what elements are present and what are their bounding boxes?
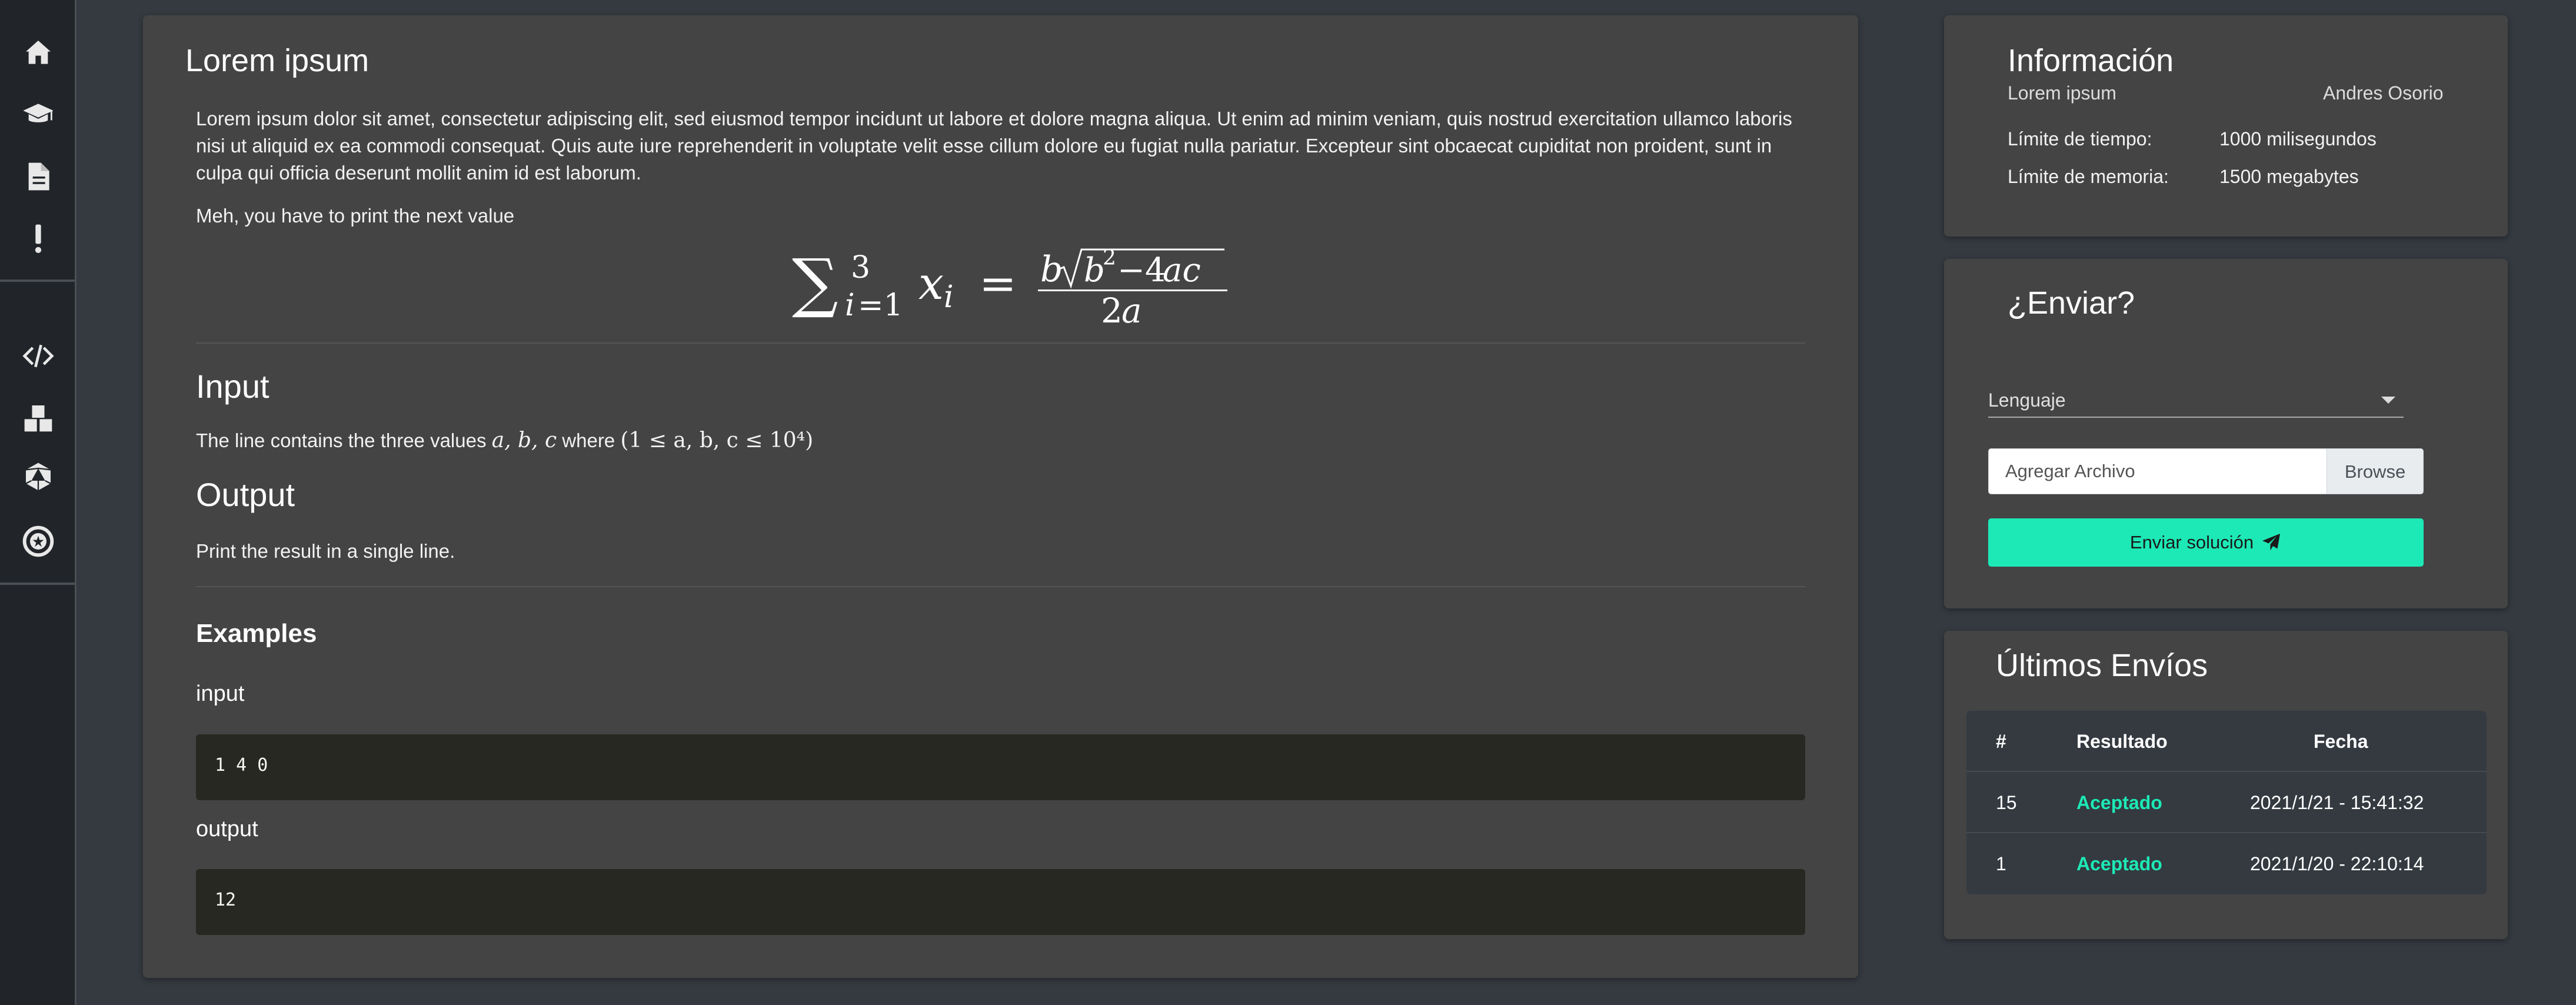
svg-text:a: a (1121, 291, 1142, 327)
sidebar-divider (0, 279, 75, 282)
language-select[interactable]: Lenguaje (1988, 382, 2404, 418)
input-where: where (562, 430, 615, 451)
problem-name: Lorem ipsum (2008, 82, 2116, 104)
table-row[interactable]: 1 Aceptado 2021/1/20 - 22:10:14 (1966, 833, 2487, 894)
submit-solution-button[interactable]: Enviar solución (1988, 518, 2424, 567)
svg-text:∑: ∑ (792, 245, 838, 320)
submissions-card: Últimos Envíos # Resultado Fecha 15 Acep… (1944, 631, 2508, 939)
info-title: Información (2008, 43, 2174, 78)
submission-id: 1 (1996, 853, 2006, 874)
home-icon[interactable] (18, 32, 59, 74)
submission-date: 2021/1/20 - 22:10:14 (2250, 853, 2424, 874)
svg-text:=: = (979, 257, 1017, 310)
file-input[interactable]: Agregar Archivo Browse (1988, 448, 2424, 494)
submit-solution-label: Enviar solución (2129, 532, 2254, 553)
table-header-row: # Resultado Fecha (1966, 711, 2487, 772)
column-header: Fecha (2314, 730, 2368, 752)
dice-icon[interactable] (18, 456, 59, 497)
output-heading: Output (196, 476, 295, 513)
star-badge-icon[interactable] (18, 521, 59, 562)
problem-description: Lorem ipsum dolor sit amet, consectetur … (196, 108, 1792, 184)
divider (196, 342, 1805, 344)
svg-text:−4: −4 (1117, 251, 1166, 289)
file-input-placeholder: Agregar Archivo (2005, 461, 2135, 481)
input-text: The line contains the three values (196, 430, 487, 451)
column-header: # (1996, 730, 2006, 752)
svg-text:2: 2 (1103, 246, 1116, 270)
time-limit-label: Límite de tiempo: (2008, 128, 2152, 149)
input-vars: a, b, c (491, 428, 557, 452)
submit-card: ¿Enviar? Lenguaje Agregar Archivo Browse… (1944, 259, 2508, 608)
column-header: Resultado (2076, 730, 2168, 752)
submission-date: 2021/1/21 - 15:41:32 (2250, 791, 2424, 813)
table-row[interactable]: 15 Aceptado 2021/1/21 - 15:41:32 (1966, 772, 2487, 833)
memory-limit-value: 1500 megabytes (2219, 166, 2359, 187)
time-limit-value: 1000 milisegundos (2219, 128, 2377, 149)
sidebar (0, 0, 76, 1005)
example-output-code: 12 (196, 869, 1805, 935)
exclamation-icon[interactable] (18, 218, 59, 259)
browse-button[interactable]: Browse (2327, 449, 2423, 494)
submit-title: ¿Enviar? (2008, 285, 2135, 321)
example-output-label: output (196, 817, 258, 841)
divider (196, 586, 1805, 587)
author-name: Andres Osorio (2323, 82, 2444, 104)
code-icon[interactable] (18, 335, 59, 377)
problem-panel: Lorem ipsum Lorem ipsum dolor sit amet, … (143, 15, 1858, 978)
example-input-label: input (196, 681, 245, 706)
svg-text:x: x (918, 257, 944, 310)
example-input-code: 1 4 0 (196, 734, 1805, 800)
svg-text:ac: ac (1163, 251, 1201, 289)
graduation-cap-icon[interactable] (18, 94, 59, 135)
paper-plane-icon (2262, 534, 2281, 551)
input-heading: Input (196, 368, 269, 405)
svg-text:3: 3 (851, 250, 870, 285)
submission-id: 15 (1996, 791, 2017, 813)
svg-text:2: 2 (1101, 291, 1123, 327)
submissions-table: # Resultado Fecha 15 Aceptado 2021/1/21 … (1966, 711, 2487, 894)
problem-title: Lorem ipsum (185, 43, 370, 78)
boxes-icon[interactable] (18, 397, 59, 438)
summation-formula: ∑ 3 i =1 x i = b b 2 −4 ac 2 a (792, 245, 1227, 327)
chevron-down-icon (2381, 397, 2395, 404)
svg-text:i: i (944, 279, 954, 315)
output-description: Print the result in a single line. (196, 540, 455, 562)
problem-instruction: Meh, you have to print the next value (196, 205, 515, 227)
document-icon[interactable] (18, 156, 59, 197)
language-select-value: Lenguaje (1988, 390, 2066, 411)
input-constraint: (1 ≤ a, b, c ≤ 10⁴) (620, 428, 814, 452)
examples-heading: Examples (196, 619, 317, 648)
memory-limit-label: Límite de memoria: (2008, 166, 2169, 187)
svg-text:=1: =1 (858, 288, 903, 323)
submissions-title: Últimos Envíos (1996, 648, 2208, 683)
svg-text:i: i (845, 288, 855, 323)
submission-result[interactable]: Aceptado (2076, 772, 2162, 833)
sidebar-divider (0, 583, 75, 585)
info-card: Información Lorem ipsum Andres Osorio Lí… (1944, 15, 2508, 237)
submission-result[interactable]: Aceptado (2076, 833, 2162, 894)
input-description: The line contains the three values a, b,… (196, 427, 1796, 454)
svg-text:b: b (1084, 251, 1105, 289)
